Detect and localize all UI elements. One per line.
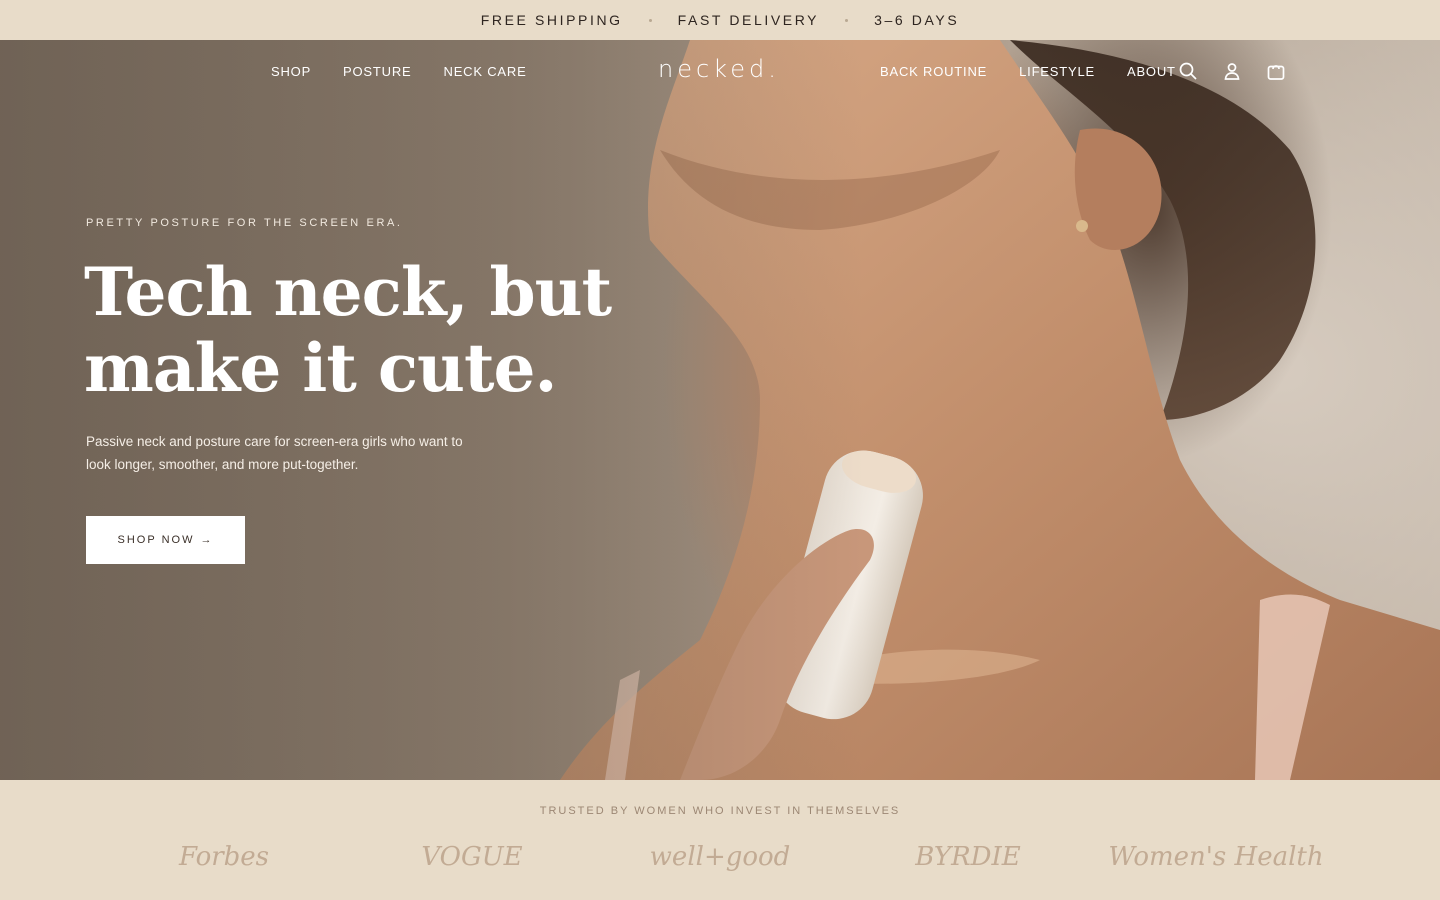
arrow-right-icon: → [200, 534, 214, 546]
hero-headline-line-1: Tech neck, but [84, 253, 612, 331]
account-icon[interactable] [1222, 61, 1242, 81]
shop-now-button[interactable]: SHOP NOW → [86, 516, 245, 564]
announcement-bar: FREE SHIPPING FAST DELIVERY 3–6 DAYS [0, 0, 1440, 40]
hero-overlay [0, 40, 1440, 780]
announcement-free-shipping: FREE SHIPPING [480, 12, 623, 28]
nav-about[interactable]: ABOUT [1127, 64, 1176, 79]
search-icon[interactable] [1178, 61, 1198, 81]
separator-dot [648, 18, 652, 22]
separator-dot [845, 18, 849, 22]
cart-icon[interactable] [1266, 61, 1286, 81]
shop-now-label: SHOP NOW [117, 534, 195, 546]
hero-eyebrow: PRETTY POSTURE FOR THE SCREEN ERA. [86, 217, 403, 229]
hero-headline: Tech neck, but make it cute. [84, 254, 644, 406]
announcement-delivery-days: 3–6 DAYS [874, 12, 960, 28]
nav-neck-care[interactable]: NECK CARE [444, 64, 527, 79]
nav-posture[interactable]: POSTURE [343, 64, 411, 79]
nav-shop[interactable]: SHOP [271, 64, 311, 79]
hero-subcopy: Passive neck and posture care for screen… [86, 434, 463, 472]
nav-back-routine[interactable]: BACK ROUTINE [880, 64, 987, 79]
press-logo-womens-health: Women's Health [1108, 842, 1324, 872]
press-label: TRUSTED BY WOMEN WHO INVEST IN THEMSELVE… [539, 805, 901, 817]
press-logo-byrdie: BYRDIE [915, 842, 1021, 872]
press-logo-wellgood: well+good [649, 842, 791, 872]
brand-logo[interactable]: necked. [658, 55, 780, 83]
press-section: TRUSTED BY WOMEN WHO INVEST IN THEMSELVE… [0, 780, 1440, 900]
hero-section: SHOP POSTURE NECK CARE necked. BACK ROUT… [0, 40, 1440, 780]
primary-nav-right: BACK ROUTINE LIFESTYLE ABOUT [880, 64, 1176, 79]
hero-headline-line-2: make it cute. [84, 329, 557, 407]
press-logos: Forbes VOGUE well+good BYRDIE Women's He… [100, 842, 1340, 872]
primary-nav-left: SHOP POSTURE NECK CARE [271, 64, 527, 79]
announcement-fast-delivery: FAST DELIVERY [677, 12, 820, 28]
nav-lifestyle[interactable]: LIFESTYLE [1019, 64, 1095, 79]
press-logo-forbes: Forbes [178, 842, 270, 872]
press-logo-vogue: VOGUE [421, 842, 523, 872]
header-icons [1178, 61, 1286, 81]
